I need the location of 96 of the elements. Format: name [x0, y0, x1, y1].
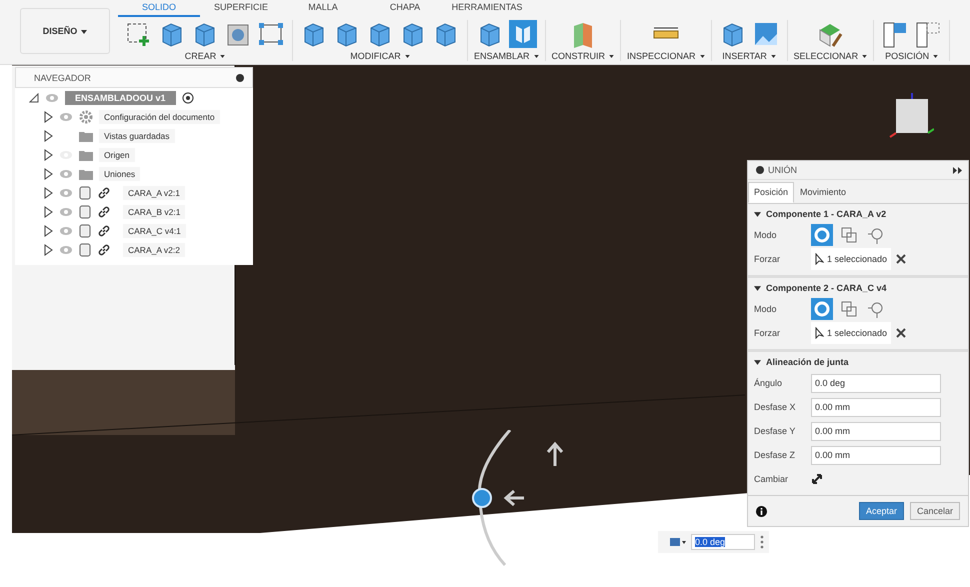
expand-icon[interactable] — [43, 186, 53, 198]
caret-icon — [81, 30, 88, 34]
folder-icon — [79, 130, 93, 142]
expand-icon[interactable] — [29, 92, 39, 102]
field-label: Cambiar — [754, 474, 790, 484]
caret-icon — [534, 55, 539, 58]
collapse-icon[interactable] — [754, 286, 761, 290]
tree-item[interactable]: Uniones — [99, 166, 140, 180]
toolbar-tab[interactable]: MALLA — [282, 0, 364, 17]
component-icon — [79, 204, 91, 218]
tool-group-menu[interactable]: POSICIÓN — [885, 51, 938, 61]
field-label: Desfase Y — [754, 426, 796, 436]
field-label: Modo — [754, 230, 778, 240]
stop-icon — [756, 166, 764, 174]
tree-item[interactable]: CARA_B v2:1 — [123, 204, 186, 218]
folder-icon — [79, 168, 93, 180]
caret-icon — [609, 55, 614, 58]
link-icon — [97, 224, 111, 238]
caret-icon — [862, 55, 868, 58]
toolbar-tab[interactable]: SUPERFICIE — [200, 0, 282, 17]
more-icon[interactable] — [760, 535, 764, 549]
section-heading: Componente 2 - CARA_C v4 — [766, 283, 887, 293]
collapse-icon[interactable] — [754, 360, 761, 364]
tree-item[interactable]: Vistas guardadas — [99, 128, 175, 142]
value-field[interactable]: 0.00 mm — [811, 398, 941, 416]
clear-icon[interactable] — [896, 254, 906, 264]
info-icon[interactable] — [756, 506, 767, 516]
snap-mode-icon[interactable] — [811, 298, 833, 320]
field-label: Desfase Z — [754, 450, 796, 460]
cursor-icon — [815, 327, 824, 339]
tool-group-menu[interactable]: CREAR — [184, 51, 226, 61]
expand-icon[interactable] — [953, 166, 962, 174]
component-icon — [79, 186, 91, 200]
toolbar-tab[interactable]: SOLIDO — [118, 0, 200, 17]
expand-icon[interactable] — [43, 224, 53, 236]
field-label: Forzar — [754, 254, 782, 264]
accept-button[interactable]: Aceptar — [858, 502, 904, 520]
toolbar-tab[interactable]: HERRAMIENTAS — [446, 0, 528, 17]
workspace-dropdown[interactable]: DISEÑO — [20, 8, 110, 54]
tool-group-menu[interactable]: ENSAMBLAR — [474, 51, 539, 61]
section-heading: Componente 1 - CARA_A v2 — [766, 209, 886, 219]
selection-field[interactable]: 1 seleccionado — [811, 248, 892, 270]
cancel-button[interactable]: Cancelar — [910, 502, 960, 520]
caret-icon — [933, 55, 938, 58]
tool-group-menu[interactable]: INSERTAR — [722, 51, 776, 61]
expand-icon[interactable] — [43, 110, 53, 122]
caret-icon — [404, 55, 410, 58]
minimize-icon[interactable] — [236, 74, 244, 82]
panel-title: NAVEGADOR — [34, 72, 91, 82]
link-icon — [97, 242, 111, 256]
tool-group-menu[interactable]: INSPECCIONAR — [627, 51, 705, 61]
expand-icon[interactable] — [43, 148, 53, 160]
toolbar-tab[interactable]: CHAPA — [364, 0, 446, 17]
link-icon — [97, 186, 111, 200]
dialog-tab[interactable]: Posición — [748, 182, 794, 203]
tree-item[interactable]: CARA_C v4:1 — [123, 224, 186, 238]
expand-icon[interactable] — [43, 168, 53, 180]
field-label: Forzar — [754, 328, 782, 338]
value-field[interactable]: 0.00 mm — [811, 446, 941, 464]
caret-icon — [220, 55, 226, 58]
selection-field[interactable]: 1 seleccionado — [811, 322, 892, 344]
expand-icon[interactable] — [43, 244, 53, 256]
value-field[interactable]: 0.0 deg — [811, 374, 941, 392]
section-heading: Alineación de junta — [766, 357, 849, 367]
component-icon — [79, 224, 91, 238]
value-field[interactable]: 0.00 mm — [811, 422, 941, 440]
snap-mode-icon[interactable] — [811, 224, 833, 246]
tool-group-menu[interactable]: CONSTRUIR — [552, 51, 614, 61]
tool-group-menu[interactable]: SELECCIONAR — [794, 51, 868, 61]
radio-icon[interactable] — [182, 92, 194, 104]
image-dropdown-icon[interactable] — [670, 537, 686, 547]
tree-item[interactable]: CARA_A v2:2 — [123, 242, 185, 256]
angle-field[interactable]: 0.0 deg — [691, 534, 755, 550]
expand-icon[interactable] — [43, 130, 53, 142]
link-icon — [97, 204, 111, 218]
collapse-icon[interactable] — [754, 212, 761, 216]
tool-icon[interactable] — [256, 20, 286, 48]
expand-icon[interactable] — [43, 206, 53, 218]
field-label: Modo — [754, 304, 778, 314]
tool-group-menu[interactable]: MODIFICAR — [350, 51, 410, 61]
component-icon — [79, 242, 91, 256]
tree-item[interactable]: CARA_A v2:1 — [123, 186, 185, 200]
gear-icon — [79, 110, 93, 124]
field-label: Ángulo — [754, 378, 784, 388]
flip-icon[interactable] — [811, 473, 823, 485]
assembly-node[interactable]: ENSAMBLADOOU v1 — [65, 90, 176, 104]
field-label: Desfase X — [754, 402, 797, 412]
cursor-icon — [815, 253, 824, 265]
tree-item[interactable]: Origen — [99, 148, 135, 162]
caret-icon — [700, 55, 705, 58]
dialog-tab[interactable]: Movimiento — [794, 182, 852, 203]
clear-icon[interactable] — [896, 328, 906, 338]
caret-icon — [770, 55, 776, 58]
tree-item[interactable]: Configuración del documento — [99, 110, 220, 124]
dialog-title: UNIÓN — [768, 165, 797, 175]
folder-icon — [79, 148, 93, 160]
